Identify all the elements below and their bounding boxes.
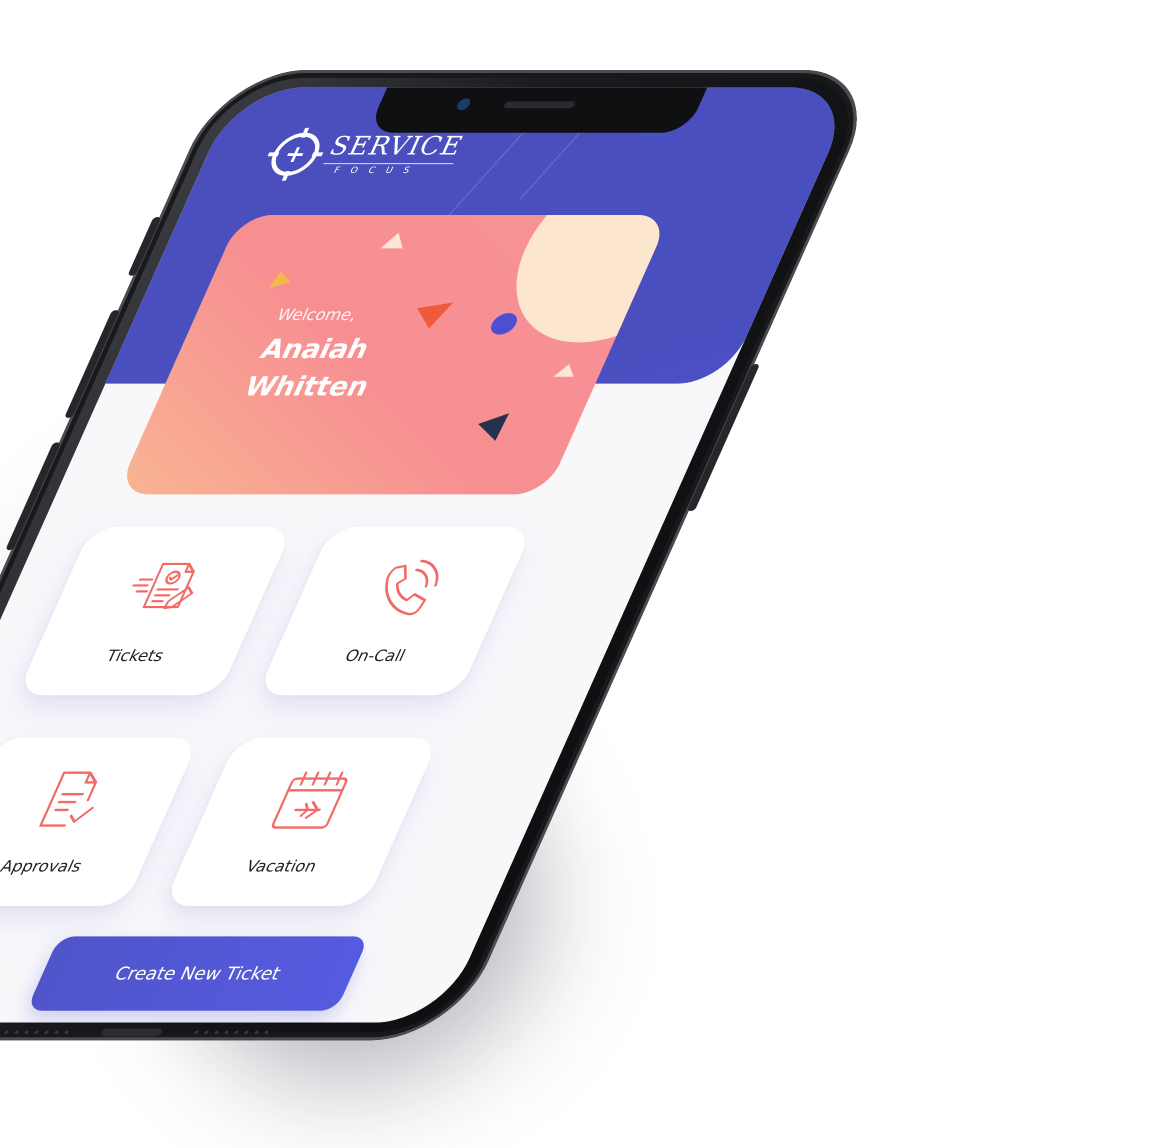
triangle-decoration: [553, 364, 580, 377]
charging-port: [99, 1028, 164, 1037]
dot-decoration: [487, 313, 521, 335]
earpiece-speaker: [502, 101, 577, 109]
on-call-label: On-Call: [341, 646, 409, 665]
create-new-ticket-button[interactable]: Create New Ticket: [26, 936, 370, 1011]
phone-stage: + SERVICE FOCUS Welcome, Anaiah Whitten: [0, 70, 985, 1041]
phone-screen: + SERVICE FOCUS Welcome, Anaiah Whitten: [0, 87, 858, 1023]
welcome-label: Welcome,: [273, 305, 361, 324]
brand-wordmark: SERVICE FOCUS: [318, 131, 469, 176]
notch: [367, 87, 708, 133]
vacation-label: Vacation: [242, 856, 321, 876]
phone-frame: + SERVICE FOCUS Welcome, Anaiah Whitten: [0, 70, 886, 1041]
welcome-message: Welcome, Anaiah Whitten: [237, 305, 442, 406]
user-name: Anaiah Whitten: [239, 334, 375, 403]
approval-document-icon: [39, 771, 98, 827]
calendar-plane-icon: [271, 771, 348, 829]
speaker-grill: [0, 1029, 73, 1036]
brand-logo: + SERVICE FOCUS: [263, 127, 469, 181]
approvals-tile[interactable]: Approvals: [0, 737, 200, 906]
triangle-decoration: [478, 404, 518, 441]
vacation-tile[interactable]: Vacation: [162, 737, 440, 906]
phone-call-icon: [385, 559, 439, 616]
triangle-decoration: [268, 268, 292, 289]
speaker-grill: [190, 1029, 273, 1036]
tickets-tile[interactable]: Tickets: [16, 526, 294, 696]
front-camera: [455, 98, 473, 111]
brand-tagline: FOCUS: [318, 162, 455, 176]
approvals-label: Approvals: [0, 856, 86, 876]
on-call-tile[interactable]: On-Call: [256, 526, 534, 696]
triangle-decoration: [380, 232, 410, 249]
brand-name: SERVICE: [324, 131, 469, 161]
tickets-label: Tickets: [103, 646, 168, 665]
ticket-document-icon: [132, 562, 195, 610]
